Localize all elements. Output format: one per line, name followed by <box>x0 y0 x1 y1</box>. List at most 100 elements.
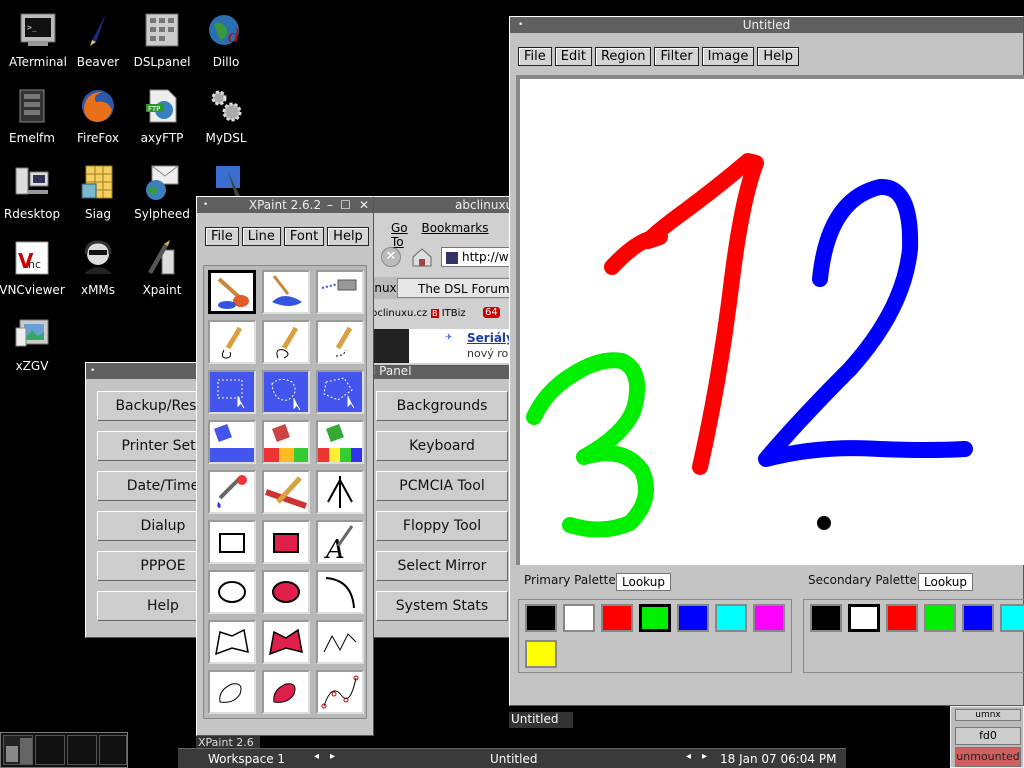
keyboard-button[interactable]: Keyboard <box>376 431 508 461</box>
mount-top-button[interactable]: umnx <box>955 709 1021 721</box>
tab-dsl-forum[interactable]: The DSL Forum <box>397 278 515 298</box>
color-swatch[interactable] <box>962 604 994 632</box>
color-swatch[interactable] <box>677 604 709 632</box>
active-window-label[interactable]: Untitled <box>490 752 537 766</box>
menu-edit[interactable]: Edit <box>554 47 592 66</box>
tool-button[interactable] <box>316 570 364 614</box>
color-swatch[interactable] <box>848 604 880 632</box>
desktop-icon-sylpheed[interactable]: Sylpheed <box>126 158 198 230</box>
tool-button[interactable] <box>208 520 256 564</box>
tool-button[interactable] <box>262 470 310 514</box>
stop-icon[interactable]: ✕ <box>381 247 401 267</box>
menu-help[interactable]: Help <box>327 227 369 246</box>
color-swatch[interactable] <box>886 604 918 632</box>
color-swatch[interactable] <box>525 640 557 668</box>
window-next-icon[interactable]: ▸ <box>702 751 707 762</box>
color-swatch[interactable] <box>525 604 557 632</box>
tool-button[interactable] <box>316 320 364 364</box>
desktop-icon-mydsl[interactable]: MyDSL <box>190 82 262 154</box>
workspace-label[interactable]: Workspace 1 <box>208 752 285 766</box>
url-bar[interactable]: http://w <box>441 247 515 267</box>
tool-button[interactable] <box>208 370 256 414</box>
tab-abclinuxu[interactable]: inux <box>371 281 397 295</box>
tool-button[interactable] <box>262 620 310 664</box>
desktop-icon-emelfm[interactable]: Emelfm <box>0 82 68 154</box>
bookmark-abclinuxu[interactable]: bclinuxu.cz <box>371 308 427 319</box>
bookmark-64[interactable]: 64 <box>483 307 500 318</box>
workspace-next-icon[interactable]: ▸ <box>330 751 335 762</box>
window-menu-icon[interactable]: • <box>90 363 95 379</box>
tool-button[interactable] <box>262 370 310 414</box>
backgrounds-button[interactable]: Backgrounds <box>376 391 508 421</box>
menu-bookmarks[interactable]: Bookmarks <box>421 221 488 235</box>
pcmcia-tool-button[interactable]: PCMCIA Tool <box>376 471 508 501</box>
desktop-pager[interactable] <box>0 732 128 768</box>
tool-button[interactable] <box>262 420 310 464</box>
window-menu-icon[interactable]: • <box>203 197 208 213</box>
tool-button[interactable] <box>316 470 364 514</box>
workspace-prev-icon[interactable]: ◂ <box>314 751 319 762</box>
tool-button[interactable] <box>316 620 364 664</box>
desktop-icon-dillo[interactable]: d Dillo <box>190 6 262 78</box>
tool-button[interactable] <box>208 570 256 614</box>
menu-filter[interactable]: Filter <box>654 47 699 66</box>
tool-button[interactable] <box>262 320 310 364</box>
desktop-icon-vncviewer[interactable]: Vnc VNCviewer <box>0 234 68 306</box>
mount-status-button[interactable]: unmounted <box>955 747 1021 767</box>
tool-button[interactable]: A <box>316 520 364 565</box>
desktop-icon-xpaint[interactable]: Xpaint <box>126 234 198 306</box>
menu-go[interactable]: Go <box>391 221 408 235</box>
xpaint-toolbox-titlebar[interactable]: • XPaint 2.6.2 – ☐ ✕ <box>197 197 373 213</box>
close-icon[interactable]: ✕ <box>359 197 369 213</box>
tool-button[interactable] <box>208 270 256 314</box>
menu-file[interactable]: File <box>205 227 239 246</box>
series-link[interactable]: Seriály <box>467 331 514 345</box>
color-swatch[interactable] <box>601 604 633 632</box>
minimize-icon[interactable]: – <box>327 197 333 213</box>
desktop-icon-xzgv[interactable]: xZGV <box>0 310 68 382</box>
desktop-icon-rdesktop[interactable]: Rdesktop <box>0 158 68 230</box>
drive-label[interactable]: fd0 <box>955 727 1021 745</box>
tool-button[interactable] <box>208 420 256 464</box>
iconified-untitled[interactable]: Untitled <box>509 712 573 728</box>
color-swatch[interactable] <box>753 604 785 632</box>
tool-button[interactable] <box>208 470 256 514</box>
maximize-icon[interactable]: ☐ <box>340 197 351 213</box>
browser-titlebar[interactable]: abclinuxu <box>369 197 513 213</box>
tool-button[interactable] <box>262 570 310 614</box>
pager-desktop-3[interactable] <box>67 735 97 765</box>
pager-desktop-2[interactable] <box>35 735 65 765</box>
color-swatch[interactable] <box>924 604 956 632</box>
select-mirror-button[interactable]: Select Mirror <box>376 551 508 581</box>
desktop-icon-dslpanel[interactable]: DSLpanel <box>126 6 198 78</box>
color-swatch[interactable] <box>810 604 842 632</box>
floppy-tool-button[interactable]: Floppy Tool <box>376 511 508 541</box>
menu-font[interactable]: Font <box>283 227 325 246</box>
menu-image[interactable]: Image <box>701 47 755 66</box>
tool-button[interactable] <box>316 270 364 314</box>
system-stats-button[interactable]: System Stats <box>376 591 508 621</box>
secondary-lookup-button[interactable]: Lookup <box>918 573 973 591</box>
pager-desktop-4[interactable] <box>99 735 127 765</box>
menu-line[interactable]: Line <box>241 227 281 246</box>
tool-button[interactable] <box>208 670 256 714</box>
color-swatch[interactable] <box>715 604 747 632</box>
tool-button[interactable] <box>262 270 310 314</box>
desktop-icon-beaver[interactable]: Beaver <box>62 6 134 78</box>
desktop-icon-axyftp[interactable]: FTP axyFTP <box>126 82 198 154</box>
tool-button[interactable] <box>316 370 364 414</box>
tool-button[interactable] <box>208 620 256 664</box>
desktop-icon-xmms[interactable]: xMMs <box>62 234 134 306</box>
pager-desktop-1[interactable] <box>3 735 33 765</box>
paint-window-titlebar[interactable]: • Untitled <box>510 17 1023 33</box>
bookmark-itbiz[interactable]: B ITBiz <box>431 308 466 319</box>
color-swatch[interactable] <box>1000 604 1024 632</box>
tool-button[interactable] <box>316 670 364 714</box>
color-swatch[interactable] <box>563 604 595 632</box>
home-icon[interactable] <box>411 247 433 267</box>
menu-file[interactable]: File <box>518 47 552 66</box>
tool-button[interactable] <box>262 670 310 714</box>
drawing-canvas[interactable] <box>520 79 1024 565</box>
desktop-icon-siag[interactable]: Siag <box>62 158 134 230</box>
tool-button[interactable] <box>262 520 310 564</box>
